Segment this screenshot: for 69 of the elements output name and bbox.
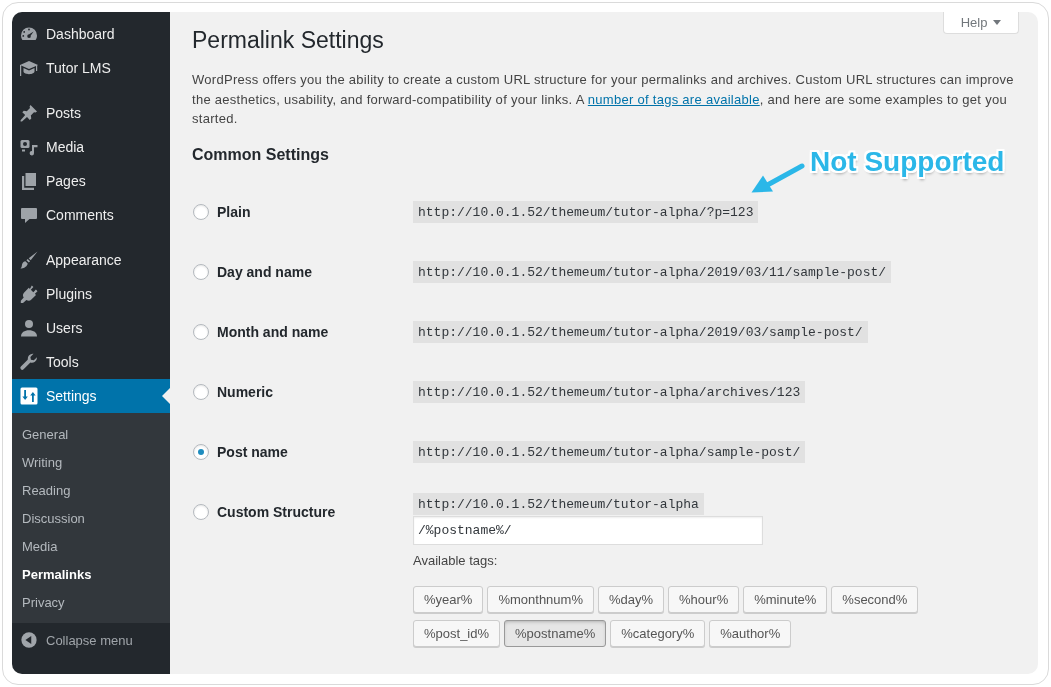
tag-button[interactable]: %monthnum% bbox=[487, 585, 594, 613]
sliders-icon bbox=[19, 386, 39, 406]
tag-button[interactable]: %year% bbox=[413, 585, 484, 613]
tag-button[interactable]: %author% bbox=[709, 619, 792, 647]
wrench-icon bbox=[19, 352, 39, 372]
option-label: Plain bbox=[217, 203, 251, 220]
sidebar-menu-item[interactable]: Comments bbox=[12, 198, 170, 232]
tag-button[interactable]: %category% bbox=[610, 619, 706, 647]
sidebar-menu-item[interactable]: Plugins bbox=[12, 277, 170, 311]
annotation-label: Not Supported bbox=[810, 147, 1005, 177]
radio-button[interactable] bbox=[193, 203, 209, 220]
option-label: Day and name bbox=[217, 263, 312, 280]
tag-button[interactable]: %minute% bbox=[743, 585, 828, 613]
url-example: http://10.0.1.52/themeum/tutor-alpha/2019/03/11/sample-post/ bbox=[413, 260, 892, 283]
sidebar-menu-item[interactable]: Media bbox=[12, 130, 170, 164]
radio-button[interactable] bbox=[193, 383, 209, 400]
sidebar-menu-item[interactable]: Appearance bbox=[12, 243, 170, 277]
section-title: Common Settings bbox=[192, 144, 329, 165]
intro-text: WordPress offers you the ability to create a custom URL structure for your permalinks and archives. Custom URL structures can improve the aesthetics, usability, and forward-compatibility of your links. A number of tags are available, and here are some examples to get you started. bbox=[192, 71, 1015, 128]
submenu-item[interactable]: Privacy bbox=[12, 588, 170, 616]
submenu-item[interactable]: Permalinks bbox=[12, 560, 170, 588]
pushpin-icon bbox=[19, 103, 39, 123]
structure-input[interactable]: /%postname%/ bbox=[413, 515, 763, 545]
collapse-menu-button[interactable]: Collapse menu bbox=[12, 623, 170, 657]
tag-button[interactable]: %second% bbox=[831, 585, 919, 613]
option-label: Custom Structure bbox=[217, 503, 336, 520]
radio-button[interactable] bbox=[193, 443, 209, 460]
caret-icon bbox=[993, 20, 1002, 25]
tag-button[interactable]: %postname% bbox=[504, 619, 607, 647]
triangle-pointer-icon bbox=[162, 388, 170, 404]
radio-button[interactable] bbox=[193, 503, 209, 520]
graduation-cap-icon bbox=[19, 58, 39, 78]
submenu-item[interactable]: Discussion bbox=[12, 504, 170, 532]
option-label: Post name bbox=[217, 443, 288, 460]
tags-link[interactable]: number of tags are available bbox=[587, 91, 760, 107]
sidebar-menu-item[interactable]: Users bbox=[12, 311, 170, 345]
option-label: Numeric bbox=[217, 383, 274, 400]
url-example: http://10.0.1.52/themeum/tutor-alpha/archives/123 bbox=[413, 380, 806, 403]
submenu-item[interactable]: Reading bbox=[12, 476, 170, 504]
sidebar-menu-item[interactable]: Pages bbox=[12, 164, 170, 198]
arrow-icon bbox=[750, 162, 806, 194]
tag-button[interactable]: %hour% bbox=[668, 585, 740, 613]
option-label: Month and name bbox=[217, 323, 329, 340]
paintbrush-icon bbox=[19, 250, 39, 270]
radio-button[interactable] bbox=[193, 263, 209, 280]
radio-button[interactable] bbox=[193, 323, 209, 340]
tag-button[interactable]: %day% bbox=[597, 585, 665, 613]
user-icon bbox=[19, 318, 39, 338]
page-title: Permalink Settings bbox=[192, 26, 384, 55]
sidebar-menu-item[interactable]: Settings bbox=[12, 379, 170, 413]
speech-bubble-icon bbox=[19, 205, 39, 225]
sidebar-menu-item[interactable]: Tutor LMS bbox=[12, 51, 170, 85]
plug-icon bbox=[19, 284, 39, 304]
url-example: http://10.0.1.52/themeum/tutor-alpha/?p=123 bbox=[413, 200, 759, 223]
tags-label: Available tags: bbox=[413, 551, 498, 570]
url-prefix: http://10.0.1.52/themeum/tutor-alpha bbox=[413, 492, 704, 515]
submenu-item[interactable]: Writing bbox=[12, 448, 170, 476]
sidebar-menu-item[interactable]: Posts bbox=[12, 96, 170, 130]
submenu-item[interactable]: Media bbox=[12, 532, 170, 560]
submenu-item[interactable]: General bbox=[12, 420, 170, 448]
help-button[interactable]: Help bbox=[943, 12, 1019, 34]
left-arrow-circle-icon bbox=[20, 631, 38, 649]
documents-icon bbox=[19, 171, 39, 191]
tag-button[interactable]: %post_id% bbox=[413, 619, 501, 647]
camera-music-icon bbox=[19, 137, 39, 157]
url-example: http://10.0.1.52/themeum/tutor-alpha/2019/03/sample-post/ bbox=[413, 320, 868, 343]
url-example: http://10.0.1.52/themeum/tutor-alpha/sample-post/ bbox=[413, 440, 806, 463]
sidebar-menu-item[interactable]: Dashboard bbox=[12, 17, 170, 51]
sidebar-menu-item[interactable]: Tools bbox=[12, 345, 170, 379]
